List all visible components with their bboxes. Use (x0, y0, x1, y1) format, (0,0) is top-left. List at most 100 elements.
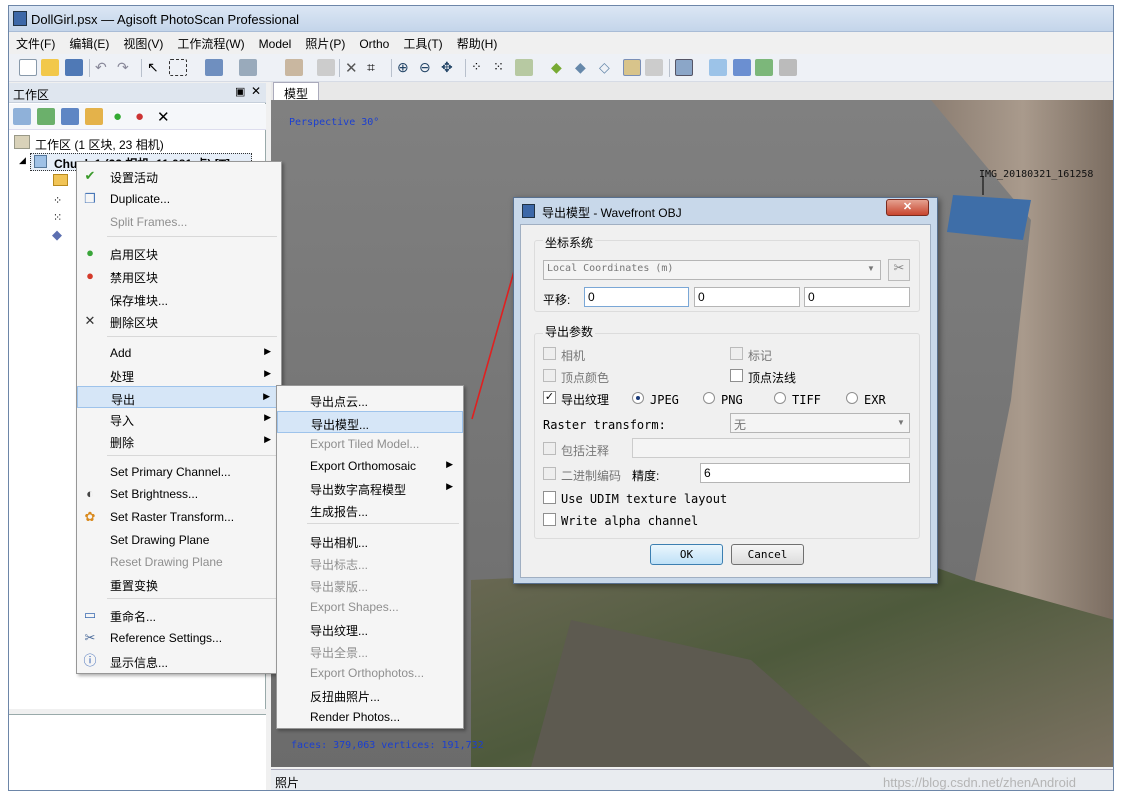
add-photos-icon[interactable] (37, 108, 55, 125)
tiled-icon[interactable] (645, 59, 663, 76)
delete-selection-icon[interactable]: ✕ (345, 59, 363, 77)
context-menu-item[interactable]: Set Primary Channel... (77, 461, 281, 483)
context-menu-item[interactable]: ✔ 设置活动 (77, 165, 281, 187)
jpeg-radio[interactable] (632, 392, 644, 404)
context-menu-item[interactable]: ✂ Reference Settings... (77, 627, 281, 649)
workspace-root[interactable]: 工作区 (1 区块, 23 相机) (35, 136, 164, 153)
export-submenu-item[interactable]: 反扭曲照片... (277, 684, 463, 706)
cameras-icon[interactable] (675, 59, 693, 76)
undo-icon[interactable]: ↶ (95, 59, 113, 76)
open-icon[interactable] (41, 59, 59, 76)
point-cloud-icon[interactable]: ⁘ (471, 59, 489, 76)
menu-tools[interactable]: 工具(T) (396, 32, 449, 52)
layers-icon[interactable] (779, 59, 797, 76)
binary-checkbox[interactable] (543, 467, 556, 480)
menu-model[interactable]: Model (252, 34, 299, 51)
export-submenu-item[interactable]: 导出模型... (277, 411, 463, 433)
tiff-radio[interactable] (774, 392, 786, 404)
raster-transform-select[interactable]: 无 (730, 413, 910, 433)
cameras-checkbox[interactable] (543, 347, 556, 360)
exr-radio[interactable] (846, 392, 858, 404)
precision-input[interactable]: 6 (700, 463, 910, 483)
solid-icon[interactable]: ◆ (575, 59, 593, 76)
export-texture-checkbox[interactable]: ✓ (543, 391, 556, 404)
remove-icon[interactable]: ✕ (157, 108, 175, 126)
shapes-icon[interactable] (709, 59, 727, 76)
menu-workflow[interactable]: 工作流程(W) (170, 32, 251, 52)
dense-colors-icon[interactable] (515, 59, 533, 76)
ruler-icon[interactable] (285, 59, 303, 76)
export-submenu-item[interactable]: Render Photos... (277, 706, 463, 728)
markers-icon[interactable] (733, 59, 751, 76)
move-icon[interactable]: ✥ (441, 59, 459, 76)
add-chunk-icon[interactable] (13, 108, 31, 125)
context-menu-item[interactable]: ❐ Duplicate... (77, 188, 281, 210)
menu-ortho[interactable]: Ortho (352, 34, 396, 51)
shift-z-input[interactable]: 0 (804, 287, 910, 307)
menu-help[interactable]: 帮助(H) (450, 32, 505, 52)
wireframe-icon[interactable]: ◇ (599, 59, 617, 76)
shift-x-input[interactable]: 0 (584, 287, 689, 307)
float-icon[interactable]: ▣ (235, 85, 245, 98)
new-icon[interactable] (19, 59, 37, 76)
dense-cloud-icon[interactable]: ⁙ (493, 59, 511, 76)
export-submenu-item[interactable]: 导出数字高程模型 ▶ (277, 477, 463, 499)
crop-icon[interactable]: ⌗ (367, 59, 385, 76)
udim-checkbox[interactable] (543, 491, 556, 504)
alpha-checkbox[interactable] (543, 513, 556, 526)
navigation-icon[interactable]: ↖ (147, 59, 165, 76)
rotate-region-icon[interactable] (205, 59, 223, 76)
context-menu-item[interactable]: ✕ 删除区块 (77, 310, 281, 332)
export-submenu-item[interactable]: Export Orthomosaic ▶ (277, 455, 463, 477)
context-menu-item[interactable]: ⓘ 显示信息... (77, 650, 281, 672)
comment-input[interactable] (632, 438, 910, 458)
draw-icon[interactable] (317, 59, 335, 76)
redo-icon[interactable]: ↷ (117, 59, 135, 76)
image-icon[interactable] (755, 59, 773, 76)
menu-edit[interactable]: 编辑(E) (62, 32, 116, 52)
export-submenu-item[interactable]: 生成报告... (277, 499, 463, 521)
vertex-colors-checkbox[interactable] (543, 369, 556, 382)
context-menu-item[interactable]: 导入 ▶ (77, 408, 281, 430)
context-menu-item[interactable]: Add ▶ (77, 342, 281, 364)
cancel-button[interactable]: Cancel (731, 544, 804, 565)
menu-file[interactable]: 文件(F) (9, 32, 62, 52)
add-markers-icon[interactable] (85, 108, 103, 125)
context-menu-item[interactable]: ◐ Set Brightness... (77, 483, 281, 505)
context-menu-item[interactable]: 处理 ▶ (77, 364, 281, 386)
context-menu-item[interactable]: ● 启用区块 (77, 242, 281, 264)
shaded-icon[interactable]: ◆ (551, 59, 569, 76)
close-icon[interactable]: ✕ (251, 84, 261, 98)
include-comment-checkbox[interactable] (543, 442, 556, 455)
export-submenu-item[interactable]: 导出纹理... (277, 618, 463, 640)
png-radio[interactable] (703, 392, 715, 404)
vertex-normals-checkbox[interactable] (730, 369, 743, 382)
context-menu-item[interactable]: 重置变换 (77, 573, 281, 595)
rect-select-icon[interactable] (169, 59, 187, 76)
context-menu-item[interactable]: 保存堆块... (77, 288, 281, 310)
menu-view[interactable]: 视图(V) (116, 32, 170, 52)
context-menu-item[interactable]: 导出 ▶ (77, 386, 281, 408)
ok-button[interactable]: OK (650, 544, 723, 565)
menu-photo[interactable]: 照片(P) (298, 32, 352, 52)
save-icon[interactable] (65, 59, 83, 76)
context-menu-item[interactable]: Set Drawing Plane (77, 529, 281, 551)
tools-icon[interactable]: ✂ (888, 259, 910, 281)
context-menu-item[interactable]: 删除 ▶ (77, 430, 281, 452)
add-folder-icon[interactable] (61, 108, 79, 125)
shift-y-input[interactable]: 0 (694, 287, 800, 307)
export-submenu-item[interactable]: 导出相机... (277, 530, 463, 552)
textured-icon[interactable] (623, 59, 641, 76)
zoom-in-icon[interactable]: ⊕ (397, 59, 415, 76)
enable-icon[interactable]: ● (113, 108, 131, 125)
expand-icon[interactable]: ◢ (19, 155, 26, 166)
rotate-object-icon[interactable] (239, 59, 257, 76)
disable-icon[interactable]: ● (135, 108, 153, 125)
context-menu-item[interactable]: ✿ Set Raster Transform... (77, 506, 281, 528)
coord-system-select[interactable]: Local Coordinates (m) (543, 260, 881, 280)
context-menu-item[interactable]: ▭ 重命名... (77, 604, 281, 626)
zoom-out-icon[interactable]: ⊖ (419, 59, 437, 76)
dialog-close-button[interactable]: ✕ (886, 199, 929, 216)
context-menu-item[interactable]: ● 禁用区块 (77, 265, 281, 287)
markers-checkbox[interactable] (730, 347, 743, 360)
